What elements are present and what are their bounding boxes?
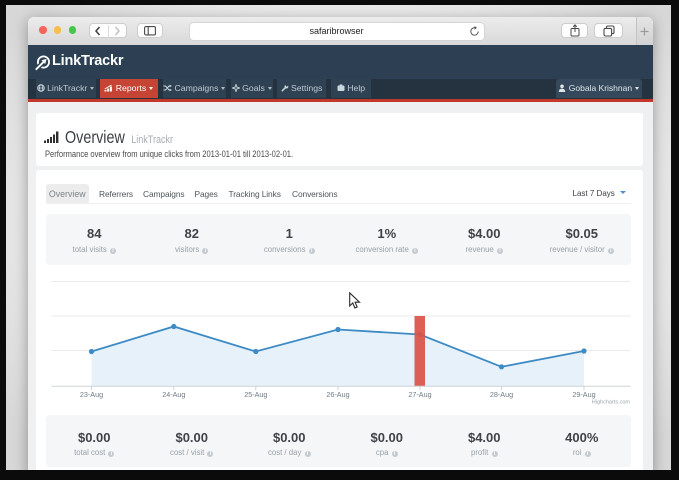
svg-text:Highcharts.com: Highcharts.com — [592, 400, 631, 406]
svg-text:25-Aug: 25-Aug — [244, 390, 267, 399]
svg-text:28-Aug: 28-Aug — [490, 390, 513, 399]
svg-text:27-Aug: 27-Aug — [408, 390, 431, 399]
svg-text:24-Aug: 24-Aug — [162, 390, 185, 399]
svg-text:26-Aug: 26-Aug — [326, 390, 349, 399]
svg-text:23-Aug: 23-Aug — [80, 390, 103, 399]
svg-text:29-Aug: 29-Aug — [572, 390, 595, 399]
